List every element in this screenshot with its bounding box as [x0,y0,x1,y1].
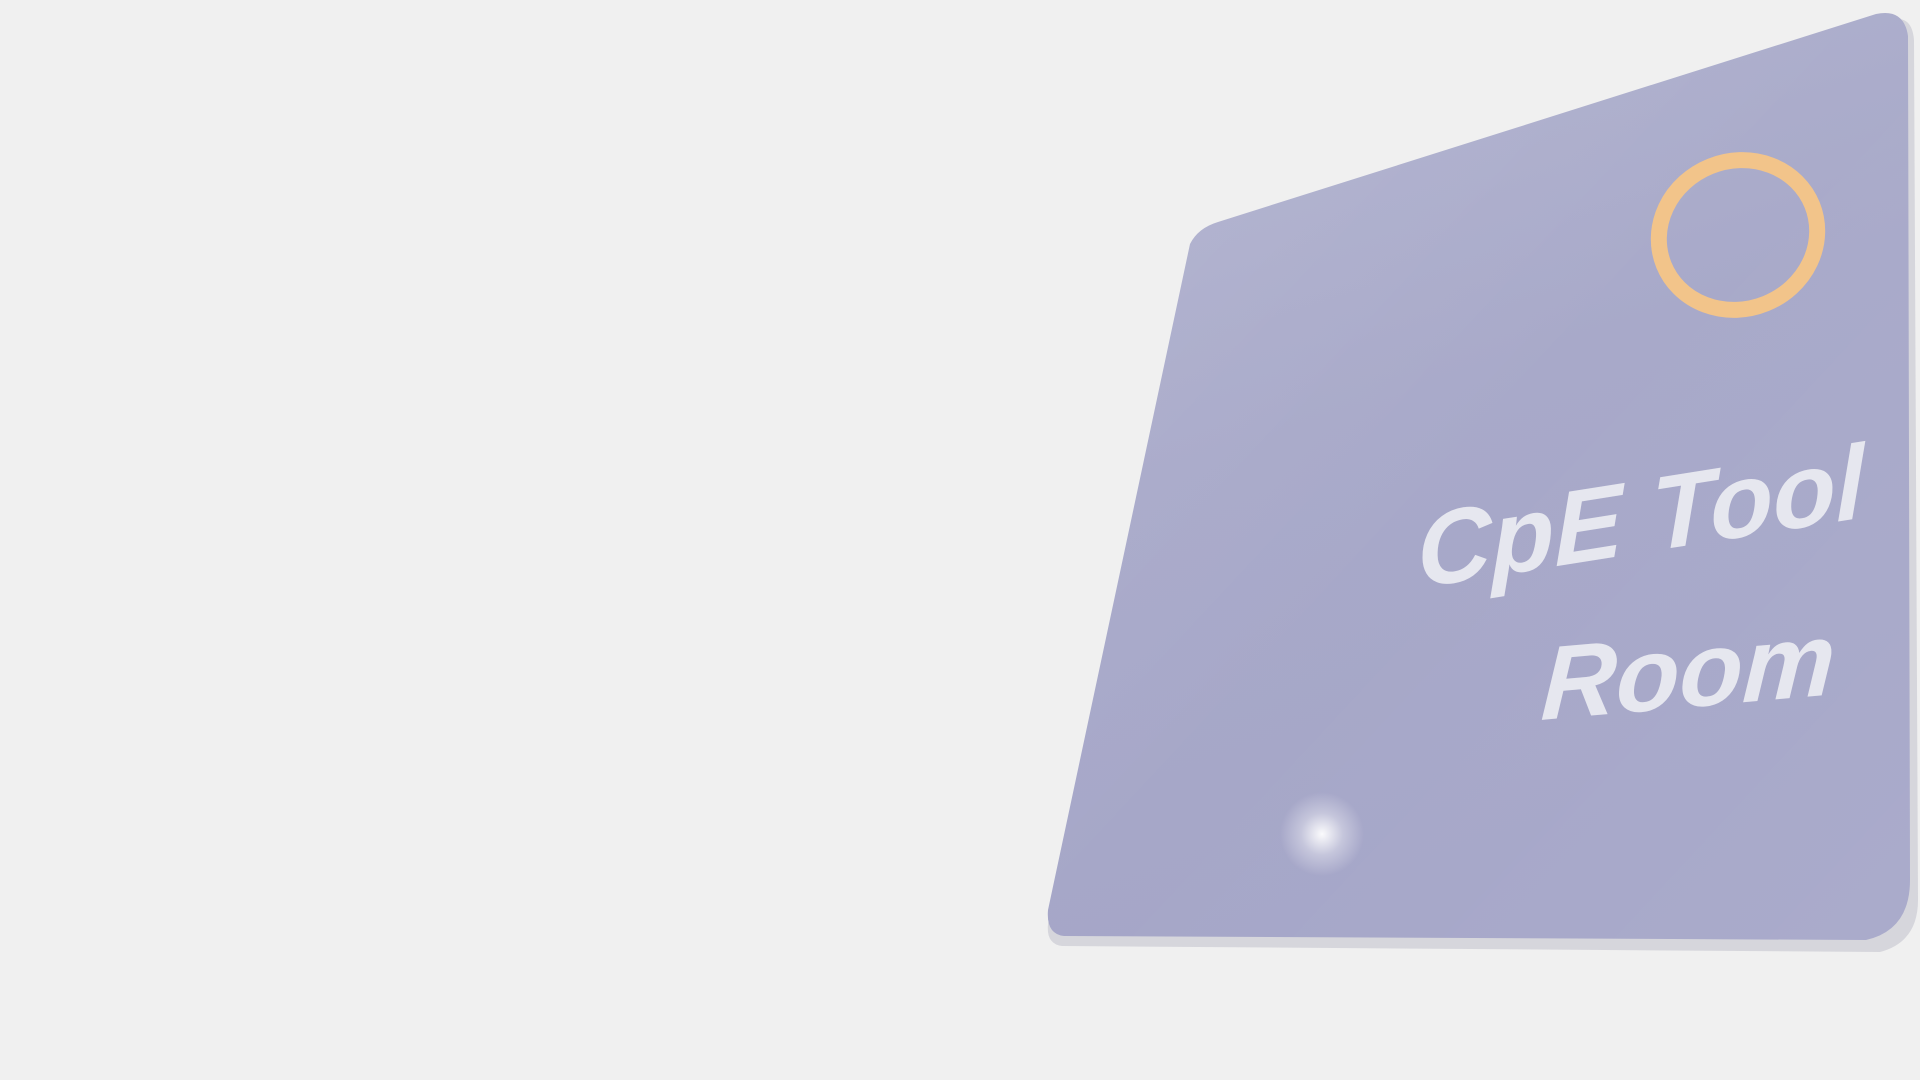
screw-glare [1280,792,1364,876]
photo-scene: CpE Tool Room [0,0,1920,1080]
